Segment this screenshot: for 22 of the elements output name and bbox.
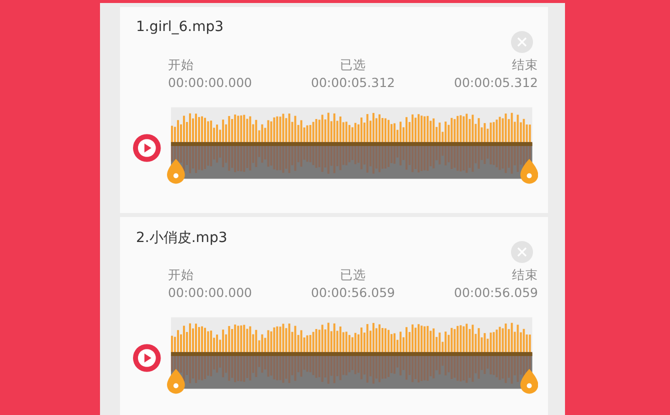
time-value: 00:00:05.312 [311, 74, 395, 92]
time-label: 开始 [168, 266, 195, 284]
file-title: 1.girl_6.mp3 [136, 19, 225, 37]
play-icon[interactable] [132, 342, 162, 372]
time-value: 00:00:56.059 [454, 284, 538, 302]
trim-handle-icon[interactable] [520, 368, 538, 394]
time-value: 00:00:56.059 [311, 284, 395, 302]
time-value: 00:00:05.312 [454, 74, 538, 92]
waveform[interactable] [170, 317, 532, 389]
trim-handle-icon[interactable] [166, 368, 185, 394]
waveform[interactable] [170, 107, 532, 179]
trim-handle-icon[interactable] [520, 158, 538, 184]
time-label: 结束 [512, 266, 538, 284]
time-label: 结束 [512, 56, 538, 74]
play-icon[interactable] [132, 132, 162, 162]
time-value: 00:00:00.000 [168, 284, 252, 302]
trim-handle-icon[interactable] [166, 158, 185, 184]
time-label: 已选 [340, 56, 366, 74]
time-value: 00:00:00.000 [168, 74, 252, 92]
file-title: 2.小俏皮.mp3 [136, 229, 228, 248]
time-label: 已选 [340, 266, 366, 284]
time-label: 开始 [168, 56, 195, 74]
